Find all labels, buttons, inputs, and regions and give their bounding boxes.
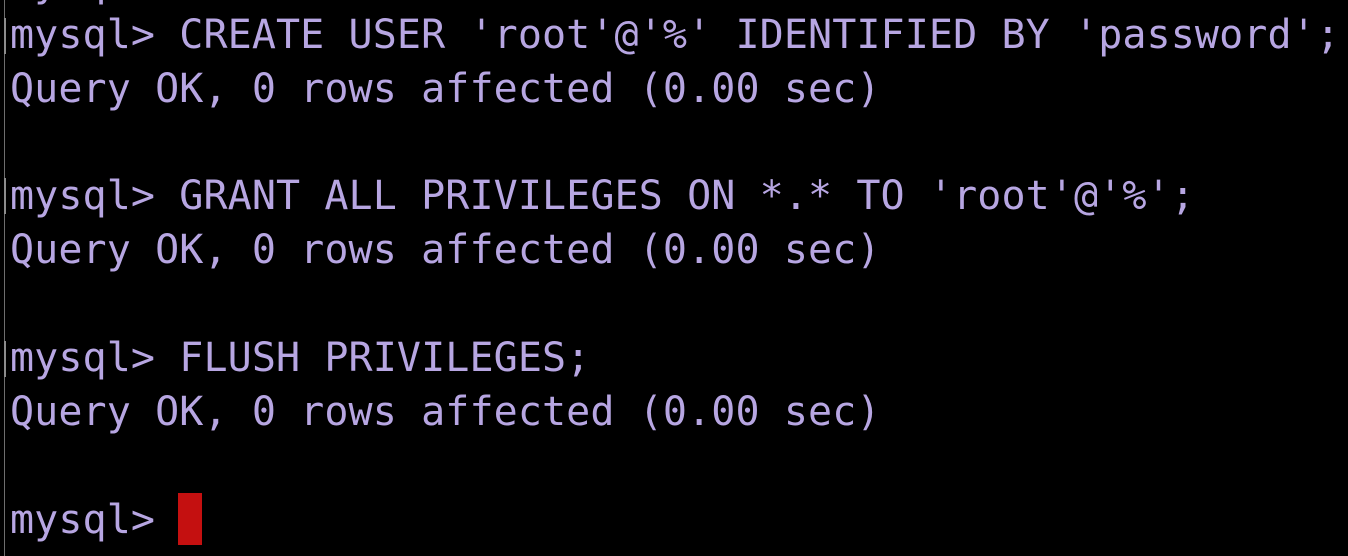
terminal-current-prompt[interactable]: mysql> [10, 493, 179, 547]
terminal-line-query-ok-1: Query OK, 0 rows affected (0.00 sec) [10, 66, 881, 112]
terminal-line-query-ok-2: Query OK, 0 rows affected (0.00 sec) [10, 227, 881, 273]
terminal-window[interactable]: mysql> ... mysql> CREATE USER 'root'@'%'… [0, 0, 1348, 556]
terminal-line-flush-privileges: mysql> FLUSH PRIVILEGES; [10, 335, 591, 381]
prompt-marker [4, 18, 6, 54]
terminal-line-query-ok-3: Query OK, 0 rows affected (0.00 sec) [10, 389, 881, 435]
prompt-marker [4, 178, 6, 214]
terminal-line-grant-privileges: mysql> GRANT ALL PRIVILEGES ON *.* TO 'r… [10, 173, 1195, 219]
terminal-line-create-user: mysql> CREATE USER 'root'@'%' IDENTIFIED… [10, 12, 1341, 58]
terminal-left-border [4, 0, 5, 556]
prompt-marker [4, 341, 6, 377]
terminal-cursor[interactable] [178, 493, 202, 545]
